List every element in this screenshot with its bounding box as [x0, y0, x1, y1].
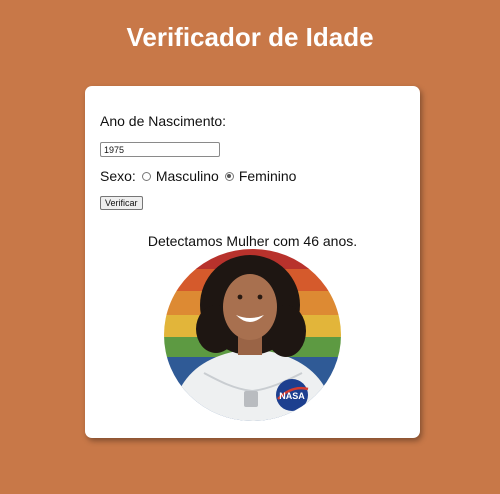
result-photo: NASA	[164, 249, 341, 421]
radio-masculino-label[interactable]: Masculino	[156, 168, 219, 184]
verifier-card: Ano de Nascimento: Sexo: Masculino Femin…	[85, 86, 420, 438]
page-title: Verificador de Idade	[126, 22, 374, 52]
birth-year-input[interactable]	[100, 142, 220, 157]
radio-feminino-label[interactable]: Feminino	[239, 168, 297, 184]
radio-masculino[interactable]	[141, 171, 151, 181]
nasa-badge-text: NASA	[279, 391, 305, 401]
radio-feminino[interactable]	[224, 171, 234, 181]
verify-button[interactable]: Verificar	[100, 196, 143, 210]
woman-astronaut-photo: NASA	[164, 249, 341, 421]
sex-label: Sexo:	[100, 168, 136, 184]
birth-year-label: Ano de Nascimento:	[100, 113, 227, 129]
sex-field: Sexo: Masculino Feminino	[100, 167, 296, 185]
result-text: Detectamos Mulher com 46 anos.	[147, 233, 358, 249]
